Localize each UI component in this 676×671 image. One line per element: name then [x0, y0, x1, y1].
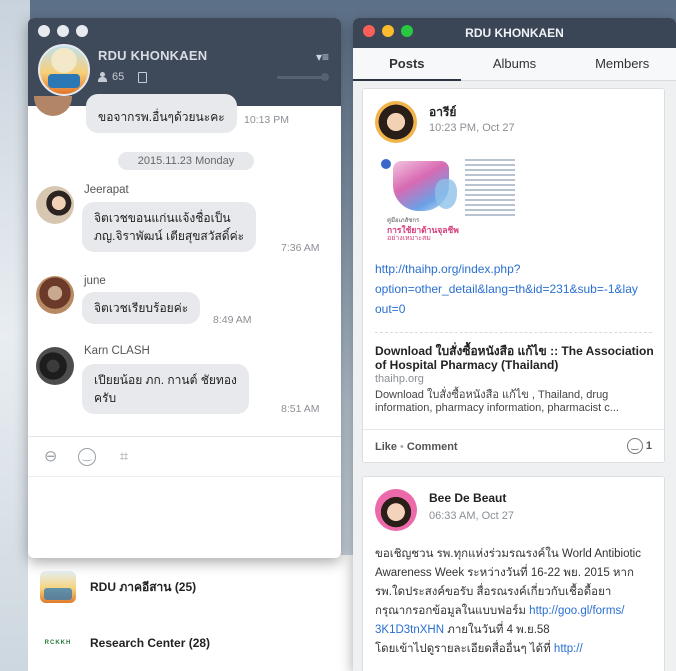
window-title: RDU KHONKAEN [465, 26, 564, 40]
like-comment-bar: Like • Comment [375, 441, 458, 453]
comment-button[interactable]: Comment [407, 441, 458, 453]
group-title: RDU KHONKAEN [98, 48, 208, 63]
group-name: Research Center (28) [90, 636, 211, 650]
reaction-counter[interactable]: ‿ 1 [626, 438, 652, 454]
message-bubble: จิตเวชขอนแก่นแจ้งชื่อเป็น ภญ.จิราพัฒน์ เ… [82, 202, 257, 252]
group-icon [40, 571, 76, 603]
form-link[interactable]: http://goo.gl/forms/ [529, 605, 624, 617]
post-body: ขอเชิญชวน รพ.ทุกแห่งร่วมรณรงค์ใน World A… [375, 548, 641, 655]
message-composer: ⊘ ‿ ⌗ [28, 436, 341, 558]
group-name: RDU ภาคอีสาน (25) [90, 579, 197, 594]
desktop-background [0, 0, 30, 671]
image-caption-sub: อย่างเหมาะสม [387, 235, 431, 242]
group-avatar[interactable] [38, 44, 90, 96]
tab-members[interactable]: Members [568, 48, 676, 80]
post-card: อารีย์ 10:23 PM, Oct 27 คู่มือเภสัชกร กา… [362, 88, 665, 463]
header-slider[interactable] [277, 73, 329, 81]
menu-icon[interactable]: ▾≡ [316, 50, 329, 64]
link-preview-description: Download ใบสั่งซื้อหนังสือ แก้ไข , Thail… [375, 389, 619, 414]
group-list: RDU ภาคอีสาน (25) RCKKH Research Center … [28, 555, 354, 671]
emoji-icon[interactable]: ‿ [78, 448, 96, 466]
post-link[interactable]: http://thaihp.org/index.php? option=othe… [375, 259, 655, 319]
author-name[interactable]: อารีย์ [429, 103, 456, 122]
message-time: 8:49 AM [213, 314, 252, 326]
message-time: 8:51 AM [281, 403, 320, 415]
member-info: 65 [98, 71, 148, 83]
author-name[interactable]: Bee De Beaut [429, 491, 506, 505]
post-time: 06:33 AM, Oct 27 [429, 510, 514, 522]
flask-graphic [435, 179, 457, 209]
smiley-icon: ‿ [626, 438, 643, 454]
post-time: 10:23 PM, Oct 27 [429, 122, 515, 134]
reaction-count: 1 [645, 440, 652, 452]
minimize-window-button[interactable] [57, 25, 69, 37]
paperclip-icon[interactable]: ⊘ [36, 443, 64, 471]
group-item-research-center[interactable]: RCKKH Research Center (28) [28, 615, 354, 671]
group-item-rdu-isan[interactable]: RDU ภาคอีสาน (25) [28, 559, 354, 615]
link-preview-host: thaihp.org [375, 373, 424, 385]
sender-name: Jeerapat [84, 184, 129, 196]
window-controls [38, 25, 88, 37]
author-avatar[interactable] [375, 489, 417, 531]
post-actions: Like • Comment ‿ 1 [363, 429, 664, 464]
image-text-lines [465, 159, 515, 219]
posts-window: RDU KHONKAEN Posts Albums Members อารีย์… [353, 18, 676, 671]
message-bubble: ขอจากรพ.อื่นๆด้วยนะคะ [86, 94, 237, 133]
avatar [34, 96, 72, 116]
sender-name: june [84, 275, 106, 287]
message-time: 7:36 AM [281, 242, 320, 254]
close-window-button[interactable] [38, 25, 50, 37]
chat-header: RDU KHONKAEN 65 ▾≡ [28, 18, 341, 106]
posts-feed: อารีย์ 10:23 PM, Oct 27 คู่มือเภสัชกร กา… [353, 81, 676, 671]
crop-icon[interactable]: ⌗ [114, 447, 134, 467]
avatar[interactable] [36, 186, 74, 224]
avatar[interactable] [36, 347, 74, 385]
link-preview-title[interactable]: Download ใบสั่งซื้อหนังสือ แก้ไข :: The … [375, 344, 657, 372]
author-avatar[interactable] [375, 101, 417, 143]
message-bubble: เปียยน้อย ภก. กานต์ ชัยทอง ครับ [82, 364, 249, 414]
message-time: 10:13 PM [244, 114, 289, 126]
post-image[interactable]: คู่มือเภสัชกร การใช้ยาต้านจุลชีพ อย่างเห… [375, 153, 515, 243]
message-input[interactable] [28, 477, 341, 557]
research-center-logo: RCKKH [40, 627, 76, 659]
person-icon [98, 72, 107, 82]
more-info-link[interactable]: http:// [554, 643, 583, 655]
date-divider: 2015.11.23 Monday [118, 152, 254, 170]
tab-posts[interactable]: Posts [353, 48, 461, 81]
note-icon[interactable] [138, 71, 148, 83]
posts-titlebar: RDU KHONKAEN [353, 18, 676, 48]
divider [375, 332, 652, 333]
composer-toolbar: ⊘ ‿ ⌗ [28, 437, 341, 477]
post-card: Bee De Beaut 06:33 AM, Oct 27 ขอเชิญชวน … [362, 476, 665, 671]
sender-name: Karn CLASH [84, 345, 150, 357]
form-link[interactable]: 3K1D3tnXHN [375, 624, 444, 636]
logo-dot [381, 159, 391, 169]
tab-albums[interactable]: Albums [461, 48, 569, 80]
avatar[interactable] [36, 276, 74, 314]
tab-bar: Posts Albums Members [353, 48, 676, 81]
message-list: ขอจากรพ.อื่นๆด้วยนะคะ 10:13 PM 2015.11.2… [28, 94, 341, 436]
chat-window: RDU KHONKAEN 65 ▾≡ ขอจากรพ.อื่นๆด้วยนะคะ… [28, 18, 341, 558]
member-count: 65 [112, 71, 125, 83]
message-bubble: จิตเวชเรียบร้อยค่ะ [82, 292, 201, 324]
like-button[interactable]: Like [375, 441, 397, 453]
zoom-window-button[interactable] [76, 25, 88, 37]
